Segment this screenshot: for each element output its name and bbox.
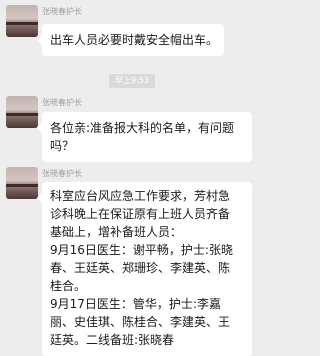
message-text-line: 诊科晚上在保证原有上班人员齐备 <box>50 207 231 221</box>
message-text-line: 基础上，增补备班人员： <box>50 225 183 239</box>
message-text-line: 各位亲:准备报大科的名单，有问题 <box>50 121 235 135</box>
message-text-line: 春、王廷英、郑珊珍、李建英、陈 <box>50 261 231 275</box>
message-text-line: 廷英。二线备班:张晓春 <box>50 333 175 347</box>
message-text-line: 科室应台风应急工作要求，芳村急 <box>50 189 231 203</box>
message-bubble[interactable]: 出车人员必要时戴安全帽出车。 <box>37 24 224 56</box>
message-text-line: 出车人员必要时戴安全帽出车。 <box>50 33 219 47</box>
sender-avatar[interactable] <box>6 5 38 37</box>
message-text-line: 9月17日医生：管华，护士:李嘉 <box>50 297 221 311</box>
sender-name: 张晓春护长 <box>42 7 82 16</box>
message-bubble[interactable]: 各位亲:准备报大科的名单，有问题 吗？ <box>37 112 252 162</box>
sender-avatar[interactable] <box>6 96 38 128</box>
message-text-line: 桂合。 <box>50 279 87 293</box>
message-text-line: 吗？ <box>50 139 75 153</box>
message-text-line: 9月16日医生：谢平畅，护士:张晓 <box>50 243 233 257</box>
message-bubble[interactable]: 科室应台风应急工作要求，芳村急 诊科晚上在保证原有上班人员齐备 基础上，增补备班… <box>37 182 252 356</box>
time-divider: 早上9:53 <box>109 74 155 88</box>
sender-name: 张晓春护长 <box>42 169 82 178</box>
sender-avatar[interactable] <box>6 167 38 199</box>
message-text-line: 丽、史佳琪、陈桂合、李建英、王 <box>50 315 231 329</box>
sender-name: 张晓春护长 <box>42 98 82 107</box>
